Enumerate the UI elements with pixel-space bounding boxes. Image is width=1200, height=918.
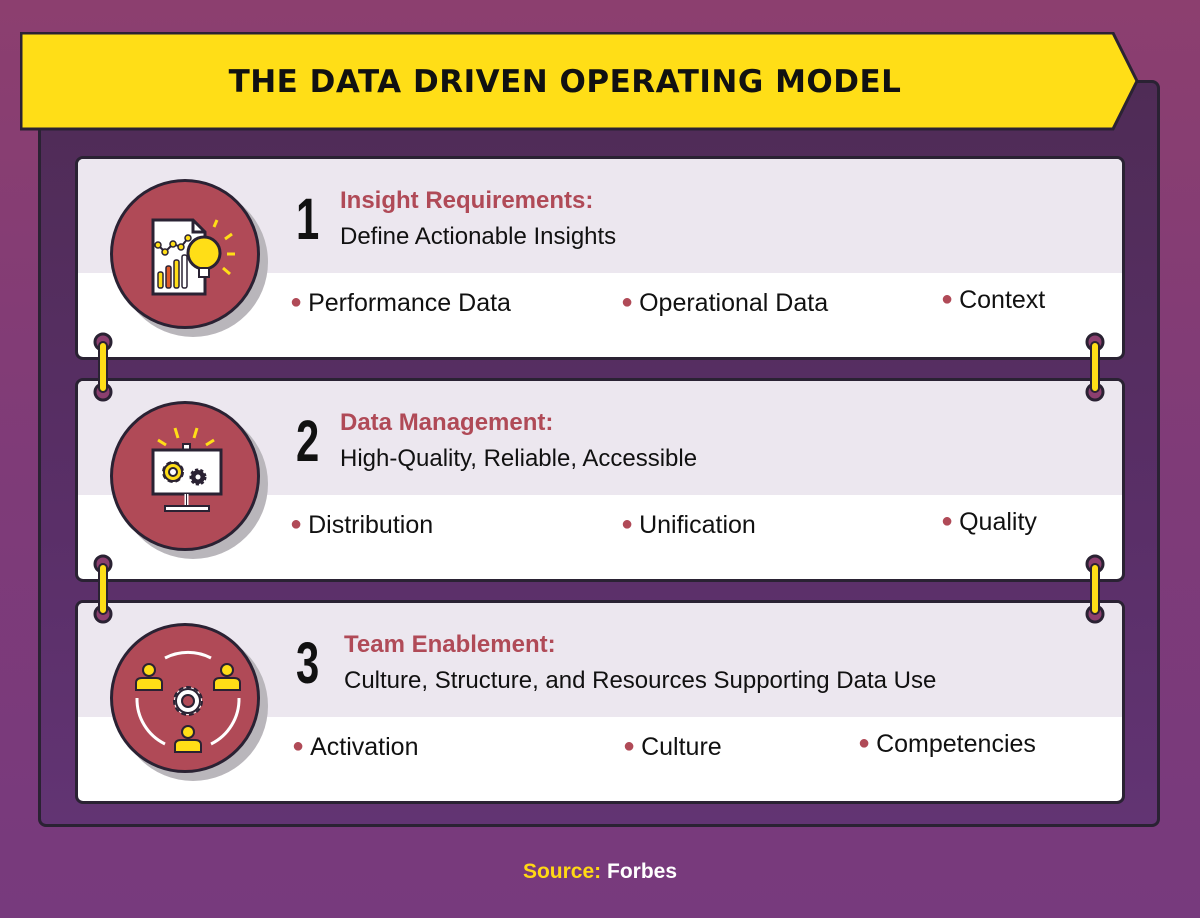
bullet-item: ● Operational Data <box>621 289 829 317</box>
step-subheading: High-Quality, Reliable, Accessible <box>340 445 698 472</box>
step-icon-badge <box>110 623 268 781</box>
report-lightbulb-icon <box>151 218 235 296</box>
source-label: Source: <box>522 860 602 883</box>
bullet-dot-icon: ● <box>290 291 303 313</box>
chain-link-icon <box>1085 554 1105 624</box>
source-value: Forbes <box>607 860 678 883</box>
bullet-item: ● Culture <box>623 733 722 761</box>
bullet-item: ● Quality <box>941 508 1037 536</box>
presentation-gears-icon <box>151 427 223 512</box>
step-icon-badge <box>110 401 268 559</box>
bullet-item: ● Context <box>941 286 1046 314</box>
chain-link-icon <box>1085 332 1105 402</box>
bullet-dot-icon: ● <box>292 735 305 757</box>
bullet-dot-icon: ● <box>941 288 954 310</box>
title-banner: THE DATA DRIVEN OPERATING MODEL <box>20 32 1139 132</box>
step-card-2: 2 Data Management: High-Quality, Reliabl… <box>75 378 1125 582</box>
source-credit: Source: Forbes <box>0 860 1200 884</box>
bullet-dot-icon: ● <box>290 513 303 535</box>
bullet-dot-icon: ● <box>941 510 954 532</box>
step-heading: Data Management: <box>340 409 554 436</box>
bullet-item: ● Competencies <box>858 730 1036 758</box>
bullet-item: ● Activation <box>292 733 419 761</box>
bullet-item: ● Distribution <box>290 511 434 539</box>
step-card-3: 3 Team Enablement: Culture, Structure, a… <box>75 600 1125 804</box>
step-number: 1 <box>296 187 320 252</box>
bullet-item: ● Unification <box>621 511 756 539</box>
step-subheading: Define Actionable Insights <box>340 223 617 250</box>
step-card-1: 1 Insight Requirements: Define Actionabl… <box>75 156 1125 360</box>
step-subheading: Culture, Structure, and Resources Suppor… <box>344 667 937 694</box>
step-icon-badge <box>110 179 268 337</box>
bullet-item: ● Performance Data <box>290 289 511 317</box>
step-heading: Team Enablement: <box>344 631 556 658</box>
step-number: 3 <box>296 631 320 696</box>
page-title: THE DATA DRIVEN OPERATING MODEL <box>228 64 902 100</box>
bullet-dot-icon: ● <box>623 735 636 757</box>
step-heading: Insight Requirements: <box>340 187 594 214</box>
step-number: 2 <box>296 409 320 474</box>
bullet-dot-icon: ● <box>858 732 871 754</box>
chain-link-icon <box>93 554 113 624</box>
team-gear-icon <box>135 650 241 753</box>
chain-link-icon <box>93 332 113 402</box>
bullet-dot-icon: ● <box>621 513 634 535</box>
bullet-dot-icon: ● <box>621 291 634 313</box>
